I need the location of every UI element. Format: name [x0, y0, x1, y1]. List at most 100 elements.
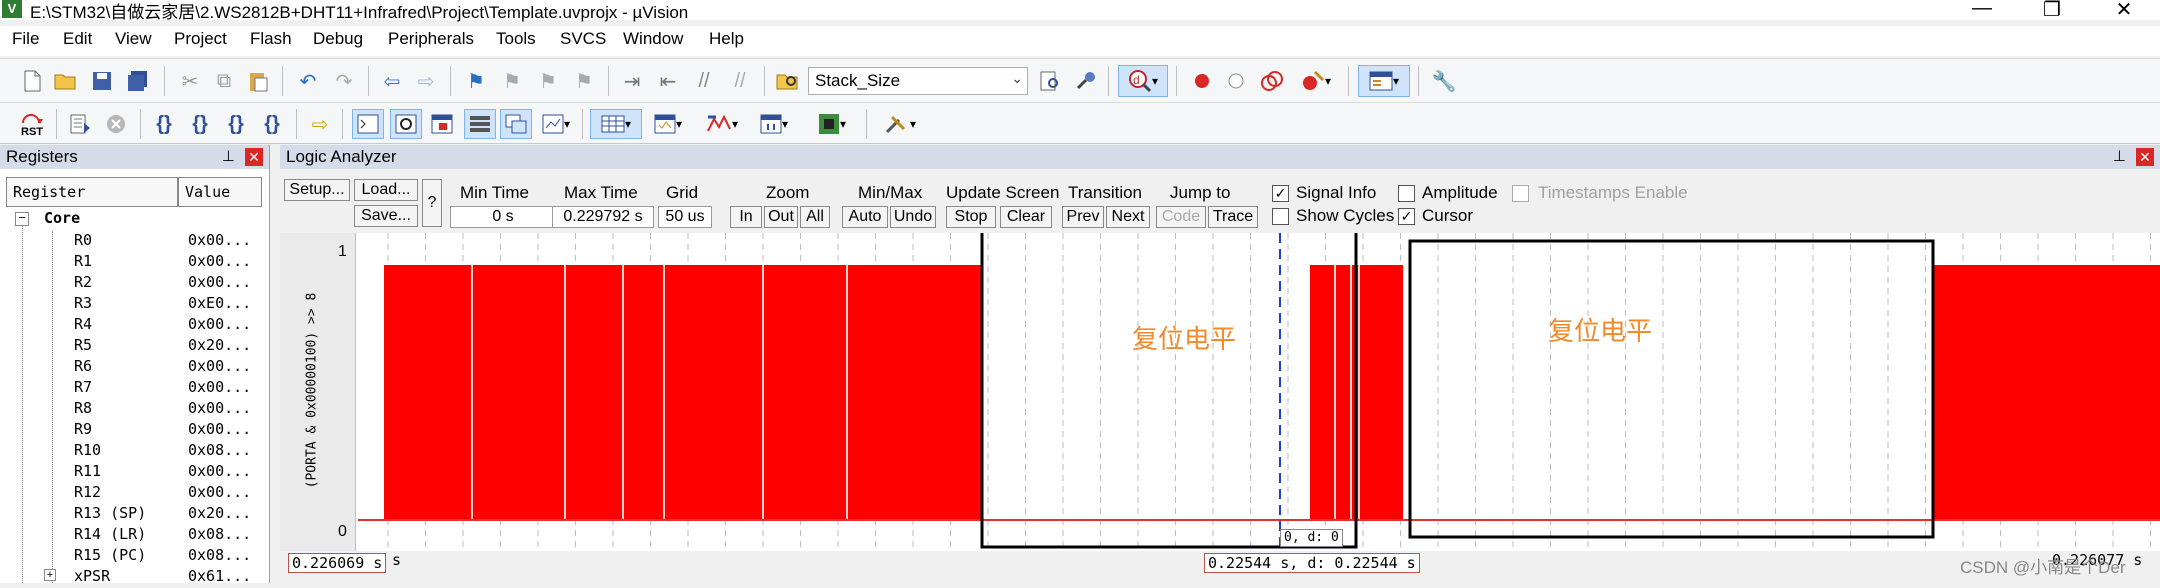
debug-toolbar: RST {} {} {} {} ⇨ ▾ ▾ ▾ ▾ ▾ ▾ ▾	[0, 102, 2160, 144]
maximize-button[interactable]: ❐	[2032, 0, 2072, 22]
menu-view[interactable]: View	[115, 29, 152, 49]
menu-window[interactable]: Window	[623, 29, 683, 49]
save-all-icon[interactable]	[124, 67, 152, 95]
unindent-icon[interactable]: ⇤	[654, 67, 682, 95]
show-next-statement-icon[interactable]: ⇨	[306, 110, 334, 138]
menu-file[interactable]: File	[12, 29, 39, 49]
memory-window-icon[interactable]: ▾	[590, 109, 642, 139]
new-file-icon[interactable]	[18, 67, 46, 95]
toolbox-icon[interactable]: ▾	[876, 110, 924, 138]
zoom-out-button[interactable]: Out	[764, 206, 798, 228]
paste-icon[interactable]	[244, 67, 272, 95]
prev-button[interactable]: Prev	[1062, 206, 1104, 228]
indent-icon[interactable]: ⇥	[618, 67, 646, 95]
step-out-icon[interactable]: {}	[222, 110, 250, 138]
undo-icon[interactable]: ↶	[294, 67, 322, 95]
menu-peripherals[interactable]: Peripherals	[388, 29, 474, 49]
close-icon[interactable]: ✕	[245, 148, 263, 166]
copy-icon[interactable]: ⧉	[210, 67, 238, 95]
minimize-button[interactable]: —	[1962, 0, 2002, 20]
enable-breakpoint-icon[interactable]	[1222, 67, 1250, 95]
kill-breakpoints-icon[interactable]: ▾	[1296, 67, 1336, 95]
expand-xpsr-toggle[interactable]: +	[44, 569, 56, 581]
run-to-cursor-icon[interactable]: {}	[258, 110, 286, 138]
menu-flash[interactable]: Flash	[250, 29, 292, 49]
zoom-all-button[interactable]: All	[800, 206, 830, 228]
navigate-back-icon[interactable]: ⇦	[378, 67, 406, 95]
toolbar-separator	[368, 66, 369, 96]
step-over-icon[interactable]: {}	[186, 110, 214, 138]
register-name: R14 (LR)	[74, 525, 147, 543]
zoom-in-button[interactable]: In	[730, 206, 762, 228]
next-button[interactable]: Next	[1106, 206, 1150, 228]
pin-icon[interactable]: ⊥	[2113, 147, 2126, 165]
show-cycles-checkbox[interactable]	[1272, 208, 1289, 225]
chevron-down-icon: ▾	[781, 117, 789, 131]
disassembly-window-icon[interactable]	[390, 109, 422, 139]
load-button[interactable]: Load...	[354, 179, 418, 201]
system-viewer-icon[interactable]: ▾	[810, 110, 854, 138]
prev-bookmark-icon[interactable]: ⚑	[498, 67, 526, 95]
signal-name-label[interactable]: (PORTA & 0x00000100) >> 8	[305, 241, 320, 541]
cut-icon[interactable]: ✂	[176, 67, 204, 95]
pin-icon[interactable]: ⊥	[222, 147, 235, 165]
close-icon[interactable]: ✕	[2136, 148, 2154, 166]
find-combo[interactable]: Stack_Size ⌄	[808, 67, 1028, 95]
amplitude-checkbox[interactable]	[1398, 185, 1415, 202]
navigate-forward-icon[interactable]: ⇨	[412, 67, 440, 95]
incremental-find-icon[interactable]	[1072, 67, 1100, 95]
uncomment-icon[interactable]: //	[726, 67, 754, 95]
timestamps-enable-checkbox[interactable]	[1512, 185, 1529, 202]
window-layout-button[interactable]: ▾	[1358, 65, 1410, 97]
comment-icon[interactable]: //	[690, 67, 718, 95]
redo-icon[interactable]: ↷	[330, 67, 358, 95]
analysis-window-icon[interactable]: ▾	[700, 110, 744, 138]
clear-bookmarks-icon[interactable]: ⚑	[570, 67, 598, 95]
signal-info-checkbox[interactable]: ✓	[1272, 185, 1289, 202]
save-icon[interactable]	[88, 67, 116, 95]
reset-cpu-button[interactable]: RST	[16, 109, 48, 141]
minmax-undo-button[interactable]: Undo	[890, 206, 936, 228]
stop-button[interactable]: Stop	[946, 206, 996, 228]
run-icon[interactable]	[66, 110, 94, 138]
jump-trace-button[interactable]: Trace	[1208, 206, 1258, 228]
setup-button[interactable]: Setup...	[284, 179, 350, 201]
stop-icon[interactable]	[102, 110, 130, 138]
menu-debug[interactable]: Debug	[313, 29, 363, 49]
find-icon[interactable]	[1036, 67, 1064, 95]
next-bookmark-icon[interactable]: ⚑	[534, 67, 562, 95]
serial-window-icon[interactable]: ▾	[648, 110, 688, 138]
insert-breakpoint-icon[interactable]	[1188, 67, 1216, 95]
menu-project[interactable]: Project	[174, 29, 227, 49]
register-column-header[interactable]: Register	[6, 177, 178, 207]
call-stack-window-icon[interactable]	[500, 109, 532, 139]
open-folder-icon[interactable]	[52, 67, 80, 95]
menu-tools[interactable]: Tools	[496, 29, 536, 49]
cursor-checkbox[interactable]: ✓	[1398, 208, 1415, 225]
configure-wrench-icon[interactable]: 🔧	[1430, 67, 1458, 95]
jump-code-button[interactable]: Code	[1156, 206, 1206, 228]
waveform-plot[interactable]: 复位电平 复位电平 0, d: 0	[358, 229, 2160, 551]
collapse-core-toggle[interactable]: −	[15, 211, 29, 226]
debug-session-button[interactable]: d ▾	[1118, 65, 1168, 97]
save-button[interactable]: Save...	[354, 205, 418, 227]
trace-window-icon[interactable]: ▾	[754, 110, 794, 138]
disable-all-breakpoints-icon[interactable]	[1258, 67, 1286, 95]
close-window-button[interactable]: ✕	[2104, 0, 2144, 22]
symbols-window-icon[interactable]	[428, 110, 456, 138]
minmax-auto-button[interactable]: Auto	[842, 206, 888, 228]
value-column-header[interactable]: Value	[178, 177, 262, 207]
help-button[interactable]: ?	[422, 179, 442, 227]
bookmark-icon[interactable]: ⚑	[462, 67, 490, 95]
watch-windows-icon[interactable]: ▾	[536, 110, 576, 138]
registers-window-icon[interactable]	[464, 109, 496, 139]
step-into-icon[interactable]: {}	[150, 110, 178, 138]
menu-svcs[interactable]: SVCS	[560, 29, 606, 49]
register-name: R10	[74, 441, 102, 459]
menu-help[interactable]: Help	[709, 29, 744, 49]
command-window-icon[interactable]	[352, 109, 384, 139]
menu-edit[interactable]: Edit	[63, 29, 92, 49]
clear-button[interactable]: Clear	[1000, 206, 1052, 228]
svg-text:d: d	[1133, 73, 1140, 87]
find-in-files-icon[interactable]	[774, 67, 802, 95]
